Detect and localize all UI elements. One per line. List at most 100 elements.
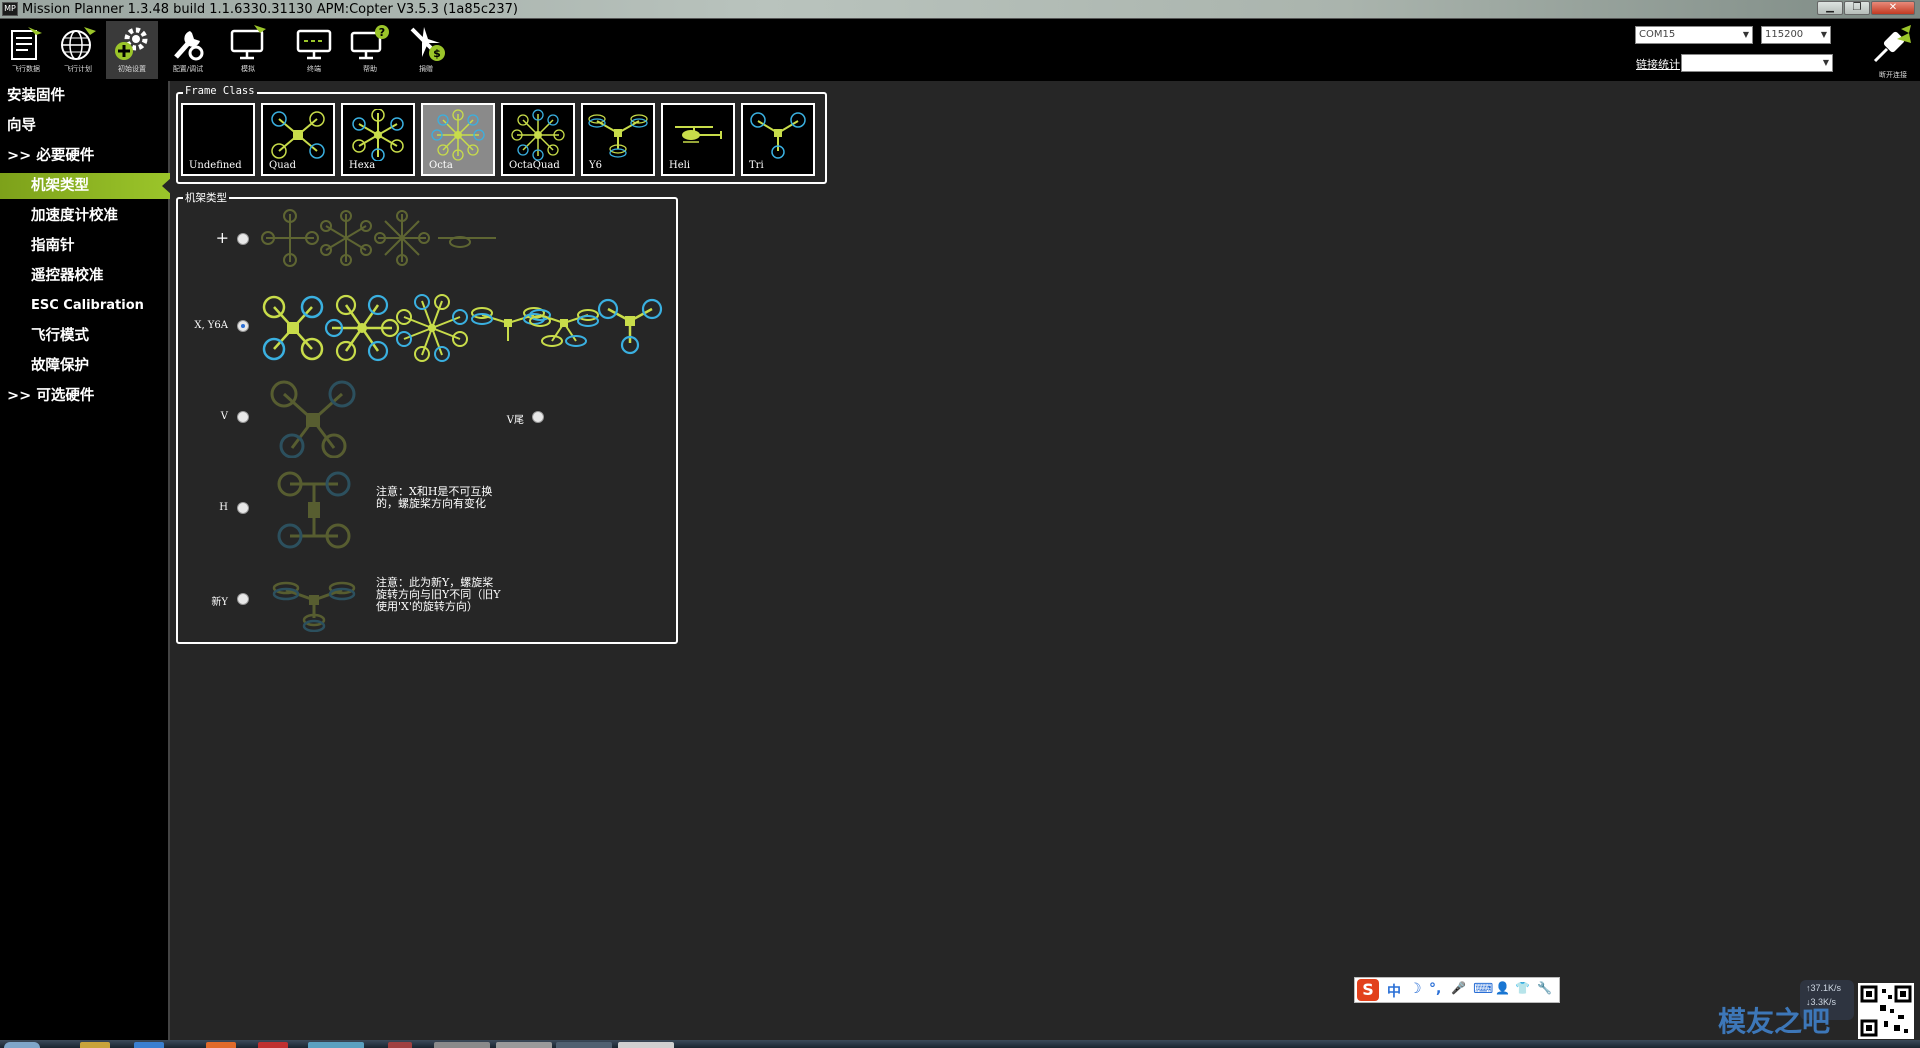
taskbar-app-icon[interactable] (258, 1042, 288, 1048)
frame-type-note-y: 注意：此为新Y，螺旋桨 旋转方向与旧Y不同（旧Y 使用'X'的旋转方向） (376, 577, 501, 613)
frame-class-label: Hexa (349, 160, 376, 171)
upload-speed: ↑37.1K/s (1806, 983, 1842, 993)
frame-type-label-h: H (219, 502, 228, 513)
keyboard-icon[interactable]: ⌨ (1473, 981, 1493, 997)
toolbar-initial-setup[interactable]: 初始设置 (106, 21, 158, 79)
frame-type-note-h: 注意：X和H是不可互换 的，螺旋桨方向有变化 (376, 486, 492, 510)
taskbar-app-icon[interactable] (556, 1042, 612, 1048)
toolbar-config-tuning[interactable]: 配置/调试 (162, 21, 214, 79)
frame-class-title: Frame Class (183, 85, 257, 97)
ime-chinese-mode[interactable]: 中 (1387, 981, 1401, 1001)
frame-type-radio-x[interactable] (237, 320, 249, 332)
frame-class-hexa[interactable]: Hexa (341, 103, 415, 176)
plug-icon (1873, 25, 1911, 63)
sidebar-item-optional-hardware[interactable]: >> 可选硬件 (0, 383, 170, 409)
disconnect-button[interactable]: 断开连接 (1866, 25, 1920, 81)
window-title: Mission Planner 1.3.48 build 1.1.6330.31… (22, 2, 518, 17)
close-button[interactable]: ✕ (1871, 1, 1915, 15)
toolbar-simulation[interactable]: 模拟 (222, 21, 274, 79)
baud-rate-value: 115200 (1765, 29, 1804, 40)
os-taskbar (0, 1040, 1920, 1048)
frame-type-radio-v[interactable] (237, 411, 249, 423)
help-icon: ? (350, 25, 389, 60)
maximize-button[interactable]: ❐ (1844, 1, 1870, 15)
skin-icon[interactable]: 👕 (1515, 981, 1530, 995)
taskbar-app-icon[interactable] (434, 1042, 490, 1048)
sidebar-item-radio-calibration[interactable]: 遥控器校准 (0, 263, 170, 289)
toolbar-flight-plan[interactable]: 飞行计划 (52, 21, 104, 79)
toolbar-flight-data[interactable]: 飞行数据 (0, 21, 52, 79)
link-stats-select[interactable]: ▼ (1681, 54, 1833, 72)
microphone-icon[interactable]: 🎤 (1451, 981, 1466, 995)
tri-frame-icon (750, 112, 806, 159)
frame-class-label: Octa (429, 160, 453, 171)
toolbar-label: 终端 (307, 65, 321, 73)
frame-type-label-x: X, Y6A (194, 320, 228, 331)
sidebar-item-accel-calibration[interactable]: 加速度计校准 (0, 203, 170, 229)
com-port-select[interactable]: COM15 ▼ (1635, 26, 1753, 44)
frame-class-label: Undefined (189, 160, 242, 171)
main-toolbar: 飞行数据 飞行计划 初始设置 配置/调试 模拟 终端 ? 帮助 $ 捐赠 COM… (0, 19, 1920, 81)
toolbar-help[interactable]: ? 帮助 (344, 21, 396, 79)
moon-icon[interactable]: ☽ (1409, 981, 1422, 997)
sidebar-item-flight-modes[interactable]: 飞行模式 (0, 323, 170, 349)
taskbar-app-icon[interactable] (308, 1042, 364, 1048)
toolbar-label: 帮助 (363, 65, 377, 73)
frame-type-radio-plus[interactable] (237, 233, 249, 245)
sidebar-item-wizard[interactable]: 向导 (0, 113, 170, 139)
sidebar-item-failsafe[interactable]: 故障保护 (0, 353, 170, 379)
frame-class-octa[interactable]: Octa (421, 103, 495, 176)
frame-type-radio-vtail[interactable] (532, 411, 544, 423)
octa-frame-icon (431, 109, 485, 161)
ime-toolbar: S 中 ☽ °, 🎤 ⌨ 👤 👕 🔧 (1354, 977, 1560, 1003)
frame-type-label-plus: + (215, 228, 229, 247)
new-y-frame-preview-icon (272, 581, 356, 632)
toolbar-terminal[interactable]: 终端 (288, 21, 340, 79)
taskbar-app-icon[interactable] (80, 1042, 110, 1048)
x-frames-preview-icon (262, 294, 663, 362)
svg-text:?: ? (379, 26, 385, 39)
y6-frame-icon (588, 114, 648, 158)
minimize-button[interactable]: ▁ (1817, 1, 1843, 15)
sidebar-item-compass[interactable]: 指南针 (0, 233, 170, 259)
mission-planner-window: MP Mission Planner 1.3.48 build 1.1.6330… (0, 0, 1920, 1048)
hexa-frame-icon (352, 109, 404, 161)
toolbar-donate[interactable]: $ 捐赠 (400, 21, 452, 79)
frame-class-y6[interactable]: Y6 (581, 103, 655, 176)
donate-icon: $ (410, 27, 445, 61)
taskbar-app-icon[interactable] (134, 1042, 164, 1048)
sidebar-item-esc-calibration[interactable]: ESC Calibration (0, 293, 170, 319)
user-icon[interactable]: 👤 (1495, 981, 1510, 995)
frame-class-undefined[interactable]: Undefined (181, 103, 255, 176)
plus-frames-preview-icon (261, 209, 496, 267)
frame-type-radio-h[interactable] (237, 502, 249, 514)
toolbar-label: 捐赠 (419, 65, 433, 73)
frame-class-octaquad[interactable]: OctaQuad (501, 103, 575, 176)
wrench-icon[interactable]: 🔧 (1537, 981, 1552, 995)
frame-class-tri[interactable]: Tri (741, 103, 815, 176)
toolbar-label: 模拟 (241, 65, 255, 73)
flight-data-icon (11, 27, 42, 60)
terminal-icon (296, 29, 332, 60)
taskbar-app-icon[interactable] (496, 1042, 552, 1048)
toolbar-label: 飞行数据 (12, 65, 40, 73)
toolbar-label: 配置/调试 (172, 65, 204, 73)
frame-class-heli[interactable]: Heli (661, 103, 735, 176)
punctuation-icon[interactable]: °, (1429, 981, 1441, 997)
app-logo-icon: MP (2, 2, 18, 16)
start-button[interactable] (4, 1042, 40, 1048)
frame-class-quad[interactable]: Quad (261, 103, 335, 176)
sogou-logo-icon[interactable]: S (1357, 979, 1379, 1001)
taskbar-app-icon[interactable] (206, 1042, 236, 1048)
sidebar-item-frame-type[interactable]: 机架类型 (0, 173, 172, 199)
note-line: 使用'X'的旋转方向） (376, 600, 478, 613)
taskbar-app-icon[interactable] (388, 1042, 412, 1048)
link-stats-label[interactable]: 链接统计 (1636, 56, 1680, 72)
frame-type-radio-new-y[interactable] (237, 593, 249, 605)
taskbar-app-icon[interactable] (618, 1042, 674, 1048)
sidebar-item-mandatory-hardware[interactable]: >> 必要硬件 (0, 143, 170, 169)
sidebar-item-install-firmware[interactable]: 安装固件 (0, 83, 170, 109)
toolbar-label: 初始设置 (118, 65, 146, 73)
baud-rate-select[interactable]: 115200 ▼ (1761, 26, 1831, 44)
chevron-down-icon: ▼ (1742, 30, 1749, 39)
